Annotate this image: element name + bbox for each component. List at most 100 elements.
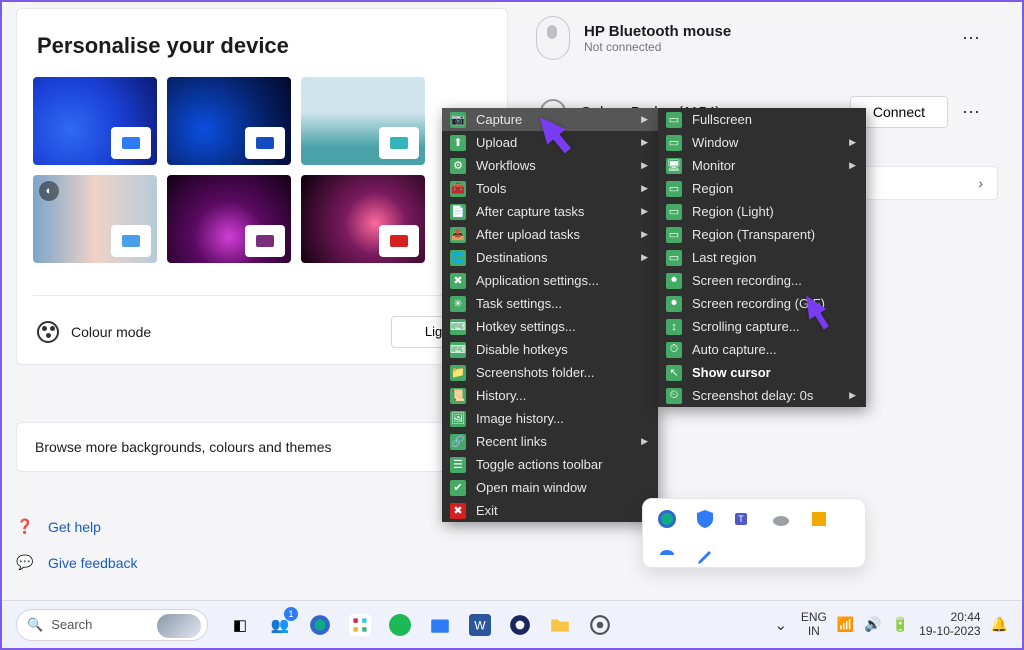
- svg-text:W: W: [474, 618, 486, 632]
- menu-item-workflows[interactable]: ⚙Workflows▶: [442, 154, 658, 177]
- current-theme-icon: ◐: [39, 181, 59, 201]
- edge-taskbar-icon[interactable]: [306, 611, 334, 639]
- menu-item-label: Exit: [476, 503, 498, 518]
- menu-item-hotkey-settings[interactable]: ⌨Hotkey settings...: [442, 315, 658, 338]
- menu-item-capture[interactable]: 📷Capture▶: [442, 108, 658, 131]
- slack-icon[interactable]: [346, 611, 374, 639]
- onepassword-icon[interactable]: [506, 611, 534, 639]
- word-icon[interactable]: W: [466, 611, 494, 639]
- edge-icon[interactable]: [657, 509, 677, 529]
- menu-item-open-main-window[interactable]: ✔Open main window: [442, 476, 658, 499]
- taskbar: 🔍 Search ◧ 👥 W ⌄ ENG IN 📶 🔊 🔋 20:44 19-1…: [2, 600, 1022, 648]
- security-icon[interactable]: [695, 509, 715, 529]
- menu-item-destinations[interactable]: 🌐Destinations▶: [442, 246, 658, 269]
- theme-option-3[interactable]: [301, 77, 425, 165]
- language-indicator[interactable]: ENG IN: [801, 611, 827, 637]
- menu-item-region[interactable]: ▭Region: [658, 177, 866, 200]
- theme-option-1[interactable]: [33, 77, 157, 165]
- menu-item-label: Recent links: [476, 434, 547, 449]
- galaxy-more-button[interactable]: ⋯: [962, 102, 986, 123]
- theme-option-5[interactable]: [167, 175, 291, 263]
- menu-item-label: Screen recording...: [692, 273, 802, 288]
- teams-tray-icon[interactable]: T: [733, 509, 753, 529]
- folder-icon[interactable]: [546, 611, 574, 639]
- submenu-arrow-icon: ▶: [641, 229, 648, 240]
- palette-icon: [37, 321, 59, 343]
- menu-item-fullscreen[interactable]: ▭Fullscreen: [658, 108, 866, 131]
- settings-icon[interactable]: [586, 611, 614, 639]
- menu-item-label: Last region: [692, 250, 756, 265]
- menu-item-icon: ⏱: [666, 342, 682, 358]
- menu-item-history[interactable]: 📜History...: [442, 384, 658, 407]
- menu-item-icon: 🔗: [450, 434, 466, 450]
- onedrive-icon[interactable]: [771, 509, 791, 529]
- menu-item-application-settings[interactable]: ✖Application settings...: [442, 269, 658, 292]
- menu-item-icon: 📄: [450, 204, 466, 220]
- colour-mode-row[interactable]: Colour mode Light: [33, 295, 491, 348]
- theme-option-6[interactable]: [301, 175, 425, 263]
- menu-item-toggle-actions-toolbar[interactable]: ☰ Toggle actions toolbar: [442, 453, 658, 476]
- menu-item-icon: ▭: [666, 181, 682, 197]
- menu-item-task-settings[interactable]: ✳Task settings...: [442, 292, 658, 315]
- explorer-icon[interactable]: [426, 611, 454, 639]
- menu-item-scrolling-capture[interactable]: ↕Scrolling capture...: [658, 315, 866, 338]
- battery-icon[interactable]: 🔋: [892, 616, 909, 633]
- submenu-arrow-icon: ▶: [849, 137, 856, 148]
- clock[interactable]: 20:44 19-10-2023: [919, 611, 980, 639]
- menu-item-auto-capture[interactable]: ⏱Auto capture...: [658, 338, 866, 361]
- menu-item-disable-hotkeys[interactable]: ⌨Disable hotkeys: [442, 338, 658, 361]
- menu-item-exit[interactable]: ✖Exit: [442, 499, 658, 522]
- app-tray-icon[interactable]: [809, 509, 829, 529]
- submenu-arrow-icon: ▶: [641, 160, 648, 171]
- menu-item-show-cursor[interactable]: ↖Show cursor: [658, 361, 866, 384]
- theme-option-2[interactable]: [167, 77, 291, 165]
- personalise-title: Personalise your device: [37, 33, 491, 59]
- menu-item-icon: ✔: [450, 480, 466, 496]
- wifi-icon[interactable]: 📶: [837, 616, 854, 633]
- menu-item-upload[interactable]: ⬆Upload▶: [442, 131, 658, 154]
- search-icon: 🔍: [27, 617, 43, 633]
- menu-item-region-light[interactable]: ▭Region (Light): [658, 200, 866, 223]
- volume-icon[interactable]: 🔊: [864, 616, 881, 633]
- menu-item-after-upload-tasks[interactable]: 📤After upload tasks▶: [442, 223, 658, 246]
- bluetooth-device-row[interactable]: HP Bluetooth mouse Not connected ⋯: [522, 8, 1000, 68]
- menu-item-icon: ▭: [666, 135, 682, 151]
- menu-item-screenshot-delay-0s[interactable]: ⏲Screenshot delay: 0s▶: [658, 384, 866, 407]
- task-view-icon[interactable]: ◧: [226, 611, 254, 639]
- theme-option-4[interactable]: ◐: [33, 175, 157, 263]
- taskbar-search[interactable]: 🔍 Search: [16, 609, 208, 641]
- menu-item-recent-links[interactable]: 🔗 Recent links ▶: [442, 430, 658, 453]
- teams-chat-icon[interactable]: 👥: [266, 611, 294, 639]
- menu-item-last-region[interactable]: ▭Last region: [658, 246, 866, 269]
- menu-item-label: Fullscreen: [692, 112, 752, 127]
- notifications-icon[interactable]: 🔔: [991, 616, 1008, 633]
- menu-item-image-history[interactable]: 🖼Image history...: [442, 407, 658, 430]
- menu-item-label: Toggle actions toolbar: [476, 457, 602, 472]
- feedback-icon: 💬: [16, 554, 34, 572]
- bt-device-more-button[interactable]: ⋯: [962, 28, 986, 49]
- pen-tray-icon[interactable]: [695, 547, 715, 567]
- menu-item-region-transparent[interactable]: ▭Region (Transparent): [658, 223, 866, 246]
- spotify-icon[interactable]: [386, 611, 414, 639]
- sharex-tray-icon[interactable]: [657, 547, 677, 567]
- menu-item-label: Image history...: [476, 411, 564, 426]
- menu-item-screenshots-folder[interactable]: 📁Screenshots folder...: [442, 361, 658, 384]
- menu-item-label: Screen recording (GIF): [692, 296, 825, 311]
- tray-chevron-icon[interactable]: ⌄: [771, 611, 791, 639]
- menu-item-tools[interactable]: 🧰Tools▶: [442, 177, 658, 200]
- menu-item-icon: ☰: [450, 457, 466, 473]
- menu-item-window[interactable]: ▭Window▶: [658, 131, 866, 154]
- menu-item-screen-recording-gif[interactable]: ⏺Screen recording (GIF): [658, 292, 866, 315]
- menu-item-label: Show cursor: [692, 365, 771, 380]
- menu-item-after-capture-tasks[interactable]: 📄After capture tasks▶: [442, 200, 658, 223]
- submenu-arrow-icon: ▶: [641, 436, 648, 447]
- menu-item-screen-recording[interactable]: ⏺Screen recording...: [658, 269, 866, 292]
- menu-item-monitor[interactable]: 🖥Monitor▶: [658, 154, 866, 177]
- menu-item-icon: ▭: [666, 204, 682, 220]
- menu-item-icon: 📁: [450, 365, 466, 381]
- get-help-link[interactable]: ❓ Get help: [16, 518, 101, 536]
- give-feedback-link[interactable]: 💬 Give feedback: [16, 554, 138, 572]
- submenu-arrow-icon: ▶: [641, 137, 648, 148]
- browse-themes-row[interactable]: Browse more backgrounds, colours and the…: [16, 422, 508, 472]
- menu-item-label: Disable hotkeys: [476, 342, 568, 357]
